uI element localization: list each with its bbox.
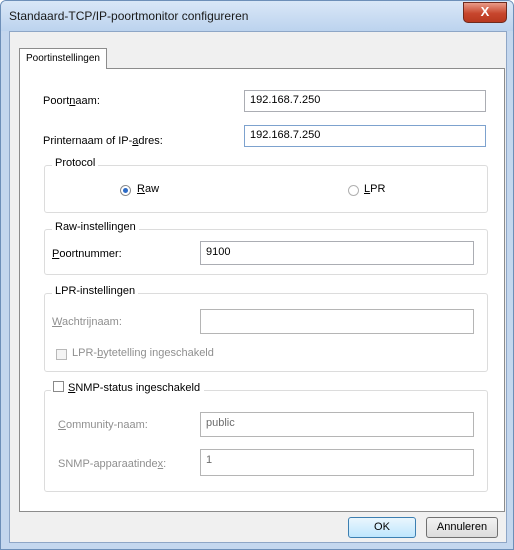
printer-ip-input[interactable]: 192.168.7.250: [244, 125, 486, 147]
community-name-label: Community-naam:: [58, 419, 148, 431]
port-name-label: Poortnaam:: [43, 95, 100, 107]
community-name-input[interactable]: public: [200, 412, 474, 437]
lpr-radio[interactable]: [348, 185, 359, 196]
port-number-input[interactable]: 9100: [200, 241, 474, 265]
queue-name-input[interactable]: [200, 309, 474, 334]
snmp-group: SNMP-status ingeschakeld Community-naam:…: [44, 381, 488, 492]
snmp-enabled-label[interactable]: SNMP-status ingeschakeld: [68, 382, 200, 394]
lpr-radio-label[interactable]: LPR: [364, 183, 385, 195]
tab-port-settings[interactable]: Poortinstellingen: [19, 48, 107, 69]
close-button[interactable]: X: [463, 2, 507, 23]
protocol-group: Protocol Raw LPR: [44, 157, 488, 213]
ok-button[interactable]: OK: [348, 517, 416, 538]
queue-name-label: Wachtrijnaam:: [52, 316, 122, 328]
raw-settings-legend: Raw-instellingen: [52, 221, 139, 233]
raw-settings-group: Raw-instellingen Poortnummer: 9100: [44, 221, 488, 275]
port-name-input[interactable]: 192.168.7.250: [244, 90, 486, 112]
lpr-byte-counting-checkbox[interactable]: [56, 349, 67, 360]
snmp-enabled-checkbox[interactable]: [53, 381, 64, 392]
lpr-settings-group: LPR-instellingen Wachtrijnaam: LPR-bytet…: [44, 285, 488, 372]
printer-name-label: Printernaam of IP-adres:: [43, 135, 163, 147]
port-number-label: Poortnummer:: [52, 248, 122, 260]
device-index-input[interactable]: 1: [200, 449, 474, 476]
snmp-legend: SNMP-status ingeschakeld: [51, 381, 205, 394]
lpr-settings-legend: LPR-instellingen: [52, 285, 139, 297]
close-icon: X: [480, 4, 490, 19]
cancel-button[interactable]: Annuleren: [426, 517, 498, 538]
window-title: Standaard-TCP/IP-poortmonitor configurer…: [9, 9, 249, 23]
title-bar[interactable]: Standaard-TCP/IP-poortmonitor configurer…: [1, 1, 513, 31]
tab-panel: Poortnaam: 192.168.7.250 Printernaam of …: [19, 68, 505, 512]
lpr-byte-counting-label[interactable]: LPR-bytetelling ingeschakeld: [72, 347, 214, 359]
raw-radio-label[interactable]: Raw: [137, 183, 159, 195]
protocol-legend: Protocol: [52, 157, 99, 169]
device-index-label: SNMP-apparaatindex:: [58, 458, 167, 470]
raw-radio[interactable]: [120, 185, 131, 196]
